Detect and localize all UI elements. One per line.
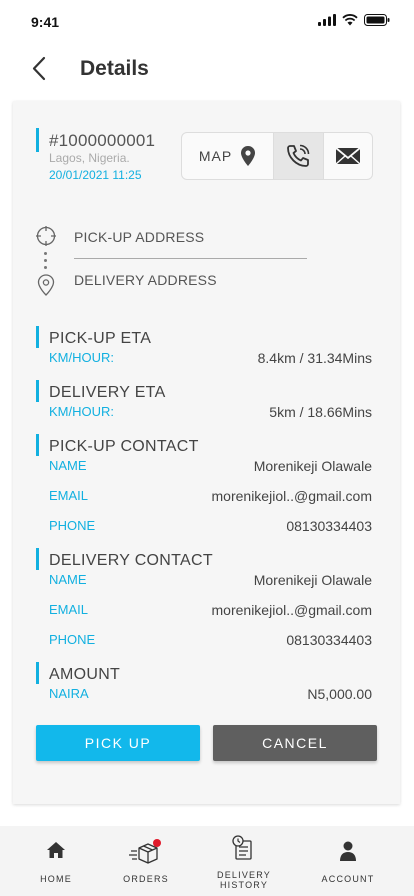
delivery-phone-label: PHONE: [49, 632, 96, 647]
tab-home-label: HOME: [40, 874, 72, 884]
tab-home[interactable]: HOME: [36, 826, 76, 896]
pickup-eta-label: KM/HOUR:: [49, 350, 114, 365]
order-location: Lagos, Nigeria.: [49, 151, 130, 165]
delivery-eta-title: DELIVERY ETA: [49, 384, 166, 401]
tab-delivery-history-label: DELIVERY HISTORY: [212, 870, 276, 890]
tab-delivery-history[interactable]: DELIVERY HISTORY: [212, 826, 276, 896]
order-accent-bar: [36, 128, 39, 152]
notification-badge: [153, 839, 161, 847]
package-icon: [129, 839, 161, 864]
amount-title: AMOUNT: [49, 666, 121, 683]
delivery-name-value: Morenikeji Olawale: [253, 572, 372, 588]
map-button[interactable]: MAP: [182, 133, 275, 179]
pickup-eta-value: 8.4km / 31.34Mins: [257, 350, 372, 366]
tab-orders-label: ORDERS: [123, 874, 169, 884]
delivery-phone-value[interactable]: 08130334403: [286, 632, 372, 648]
delivery-contact-title: DELIVERY CONTACT: [49, 552, 213, 569]
route-dot: [44, 252, 47, 255]
pickup-address[interactable]: PICK-UP ADDRESS: [74, 229, 204, 245]
battery-icon: [364, 14, 390, 26]
mail-icon: [335, 147, 361, 165]
pickup-name-label: NAME: [49, 458, 87, 473]
tab-history-label-line2: HISTORY: [219, 880, 269, 890]
delivery-email-label: EMAIL: [49, 602, 89, 617]
home-icon: [47, 842, 65, 858]
back-button[interactable]: [28, 54, 52, 84]
amount-value: N5,000.00: [307, 686, 372, 702]
user-icon: [340, 841, 356, 861]
delivery-address[interactable]: DELIVERY ADDRESS: [74, 272, 217, 288]
location-pin-icon: [37, 274, 55, 296]
route-dot: [44, 266, 47, 269]
section-accent-bar: [36, 434, 39, 456]
tab-account-label: ACCOUNT: [321, 874, 375, 884]
delivery-eta-value: 5km / 18.66Mins: [269, 404, 372, 420]
header: Details: [0, 44, 414, 96]
section-accent-bar: [36, 380, 39, 402]
call-button[interactable]: [274, 133, 324, 179]
route-dot: [44, 259, 47, 262]
section-accent-bar: [36, 326, 39, 348]
map-pin-icon: [241, 146, 256, 166]
pickup-eta-title: PICK-UP ETA: [49, 330, 152, 347]
pickup-phone-value[interactable]: 08130334403: [286, 518, 372, 534]
contact-actions: MAP: [181, 132, 373, 180]
delivery-name-label: NAME: [49, 572, 87, 587]
section-accent-bar: [36, 662, 39, 684]
address-divider: [74, 258, 307, 259]
delivery-email-value[interactable]: morenikejiol..@gmail.com: [212, 602, 372, 618]
status-bar: 9:41: [0, 0, 414, 44]
crosshair-icon: [36, 226, 56, 246]
order-id: #1000000001: [49, 131, 156, 150]
status-icons: [318, 14, 390, 26]
chevron-left-icon: [32, 56, 46, 81]
pickup-email-label: EMAIL: [49, 488, 89, 503]
pickup-phone-label: PHONE: [49, 518, 96, 533]
history-icon: [232, 835, 252, 860]
tab-bar: HOME ORDERS DELIVERY HISTORY ACCOUNT: [0, 826, 414, 896]
cancel-button[interactable]: CANCEL: [213, 725, 377, 761]
signal-icon: [318, 14, 336, 26]
phone-icon: [287, 144, 310, 167]
tab-history-label-line1: DELIVERY: [217, 870, 271, 880]
delivery-eta-label: KM/HOUR:: [49, 404, 114, 419]
status-time: 9:41: [31, 14, 60, 30]
pickup-name-value: Morenikeji Olawale: [253, 458, 372, 474]
page-title: Details: [80, 57, 149, 80]
tab-account[interactable]: ACCOUNT: [318, 826, 378, 896]
pick-up-button[interactable]: PICK UP: [36, 725, 200, 761]
amount-label: NAIRA: [49, 686, 89, 701]
email-button[interactable]: [324, 133, 372, 179]
pickup-email-value[interactable]: morenikejiol..@gmail.com: [212, 488, 372, 504]
pickup-contact-title: PICK-UP CONTACT: [49, 438, 199, 455]
map-label: MAP: [198, 148, 233, 164]
order-datetime: 20/01/2021 11:25: [49, 168, 142, 182]
section-accent-bar: [36, 548, 39, 570]
wifi-icon: [342, 14, 358, 26]
tab-orders[interactable]: ORDERS: [118, 826, 174, 896]
